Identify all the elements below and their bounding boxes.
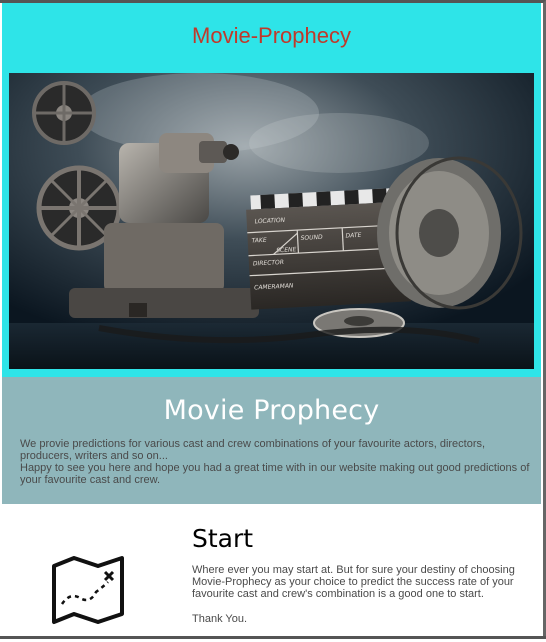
hero-image: LOCATION TAKE SOUND DATE SCENE DIRECTOR … — [9, 73, 534, 369]
about-line-1: We provie predictions for various cast a… — [20, 438, 486, 462]
start-title: Start — [192, 524, 254, 553]
film-reel-icon — [32, 81, 96, 145]
site-header: Movie-Prophecy — [2, 3, 541, 67]
treasure-map-icon — [48, 552, 128, 628]
film-equipment-illustration: LOCATION TAKE SOUND DATE SCENE DIRECTOR … — [9, 73, 534, 369]
clapper-label-take: TAKE — [252, 237, 267, 245]
about-section: Movie Prophecy We provie predictions for… — [2, 377, 541, 504]
start-description: Where ever you may start at. But for sur… — [192, 564, 515, 600]
hero-section: LOCATION TAKE SOUND DATE SCENE DIRECTOR … — [2, 67, 541, 377]
about-title: Movie Prophecy — [163, 395, 380, 426]
clapper-label-sound: SOUND — [300, 234, 323, 242]
start-thanks: Thank You. — [192, 613, 248, 625]
bottom-border — [0, 636, 546, 642]
about-line-2: Happy to see you here and hope you had a… — [20, 462, 530, 486]
clapper-label-date: DATE — [345, 232, 361, 240]
about-description: We provie predictions for various cast a… — [20, 438, 532, 486]
site-title[interactable]: Movie-Prophecy — [192, 23, 351, 49]
clapper-label-scene: SCENE — [276, 246, 297, 254]
